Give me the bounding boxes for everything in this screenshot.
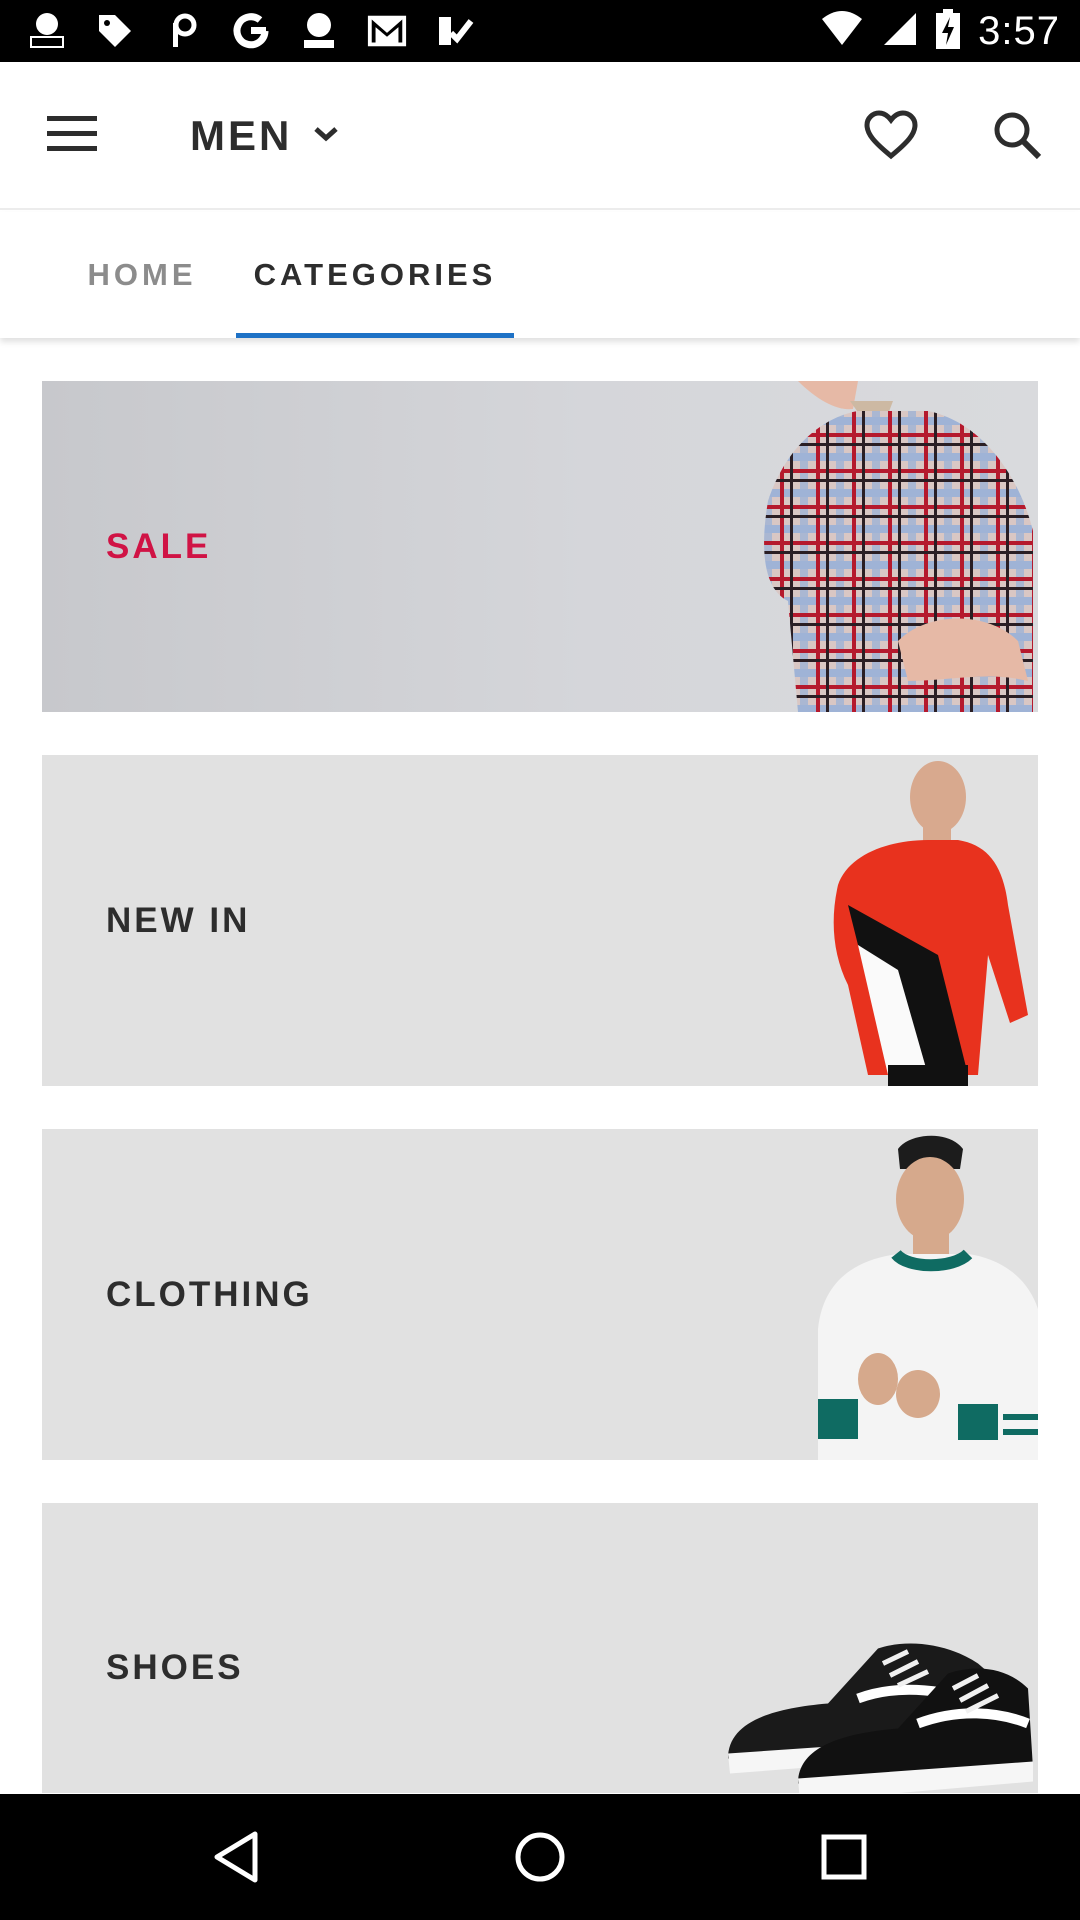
gmail-icon <box>366 10 408 52</box>
battery-charging-icon <box>936 8 961 54</box>
category-card-clothing[interactable]: CLOTHING <box>42 1129 1038 1460</box>
system-icons: 3:57 <box>820 8 1060 54</box>
category-card-sale[interactable]: SALE <box>42 381 1038 712</box>
category-label-shoes: SHOES <box>106 1648 244 1687</box>
home-icon[interactable] <box>510 1827 570 1887</box>
sale-model-image <box>764 381 1033 712</box>
picsart-icon <box>162 10 204 52</box>
clothing-model-image <box>818 1135 1038 1460</box>
notification-icons <box>26 10 476 52</box>
tab-home[interactable]: HOME <box>62 212 222 338</box>
gender-label: MEN <box>190 112 293 159</box>
back-icon[interactable] <box>206 1827 266 1887</box>
tab-bar: HOME CATEGORIES <box>0 212 1080 338</box>
tab-categories-label: CATEGORIES <box>253 257 497 292</box>
shoes-image <box>728 1643 1033 1793</box>
hamburger-icon[interactable] <box>46 112 98 156</box>
search-icon[interactable] <box>988 106 1046 164</box>
active-tab-indicator <box>236 333 514 338</box>
status-time: 3:57 <box>978 8 1060 53</box>
category-label-sale: SALE <box>106 526 212 566</box>
gender-selector[interactable]: MEN <box>190 106 339 166</box>
google-icon <box>230 10 272 52</box>
check-app-icon <box>434 10 476 52</box>
category-label-clothing: CLOTHING <box>106 1274 313 1314</box>
tag-icon <box>94 10 136 52</box>
new-in-model-image <box>833 761 1028 1086</box>
navigation-bar <box>0 1794 1080 1920</box>
category-card-shoes[interactable]: SHOES <box>42 1503 1038 1793</box>
tab-home-label: HOME <box>87 257 197 292</box>
wifi-icon <box>820 10 864 52</box>
status-bar: 3:57 <box>0 0 1080 62</box>
recent-apps-icon[interactable] <box>814 1827 874 1887</box>
heart-outline-icon[interactable] <box>862 106 920 164</box>
chevron-down-icon <box>314 126 339 147</box>
nbc-news-icon <box>26 10 68 52</box>
abc-news-icon <box>298 10 340 52</box>
tab-categories[interactable]: CATEGORIES <box>236 212 514 338</box>
category-card-new-in[interactable]: NEW IN <box>42 755 1038 1086</box>
app-header: MEN <box>0 62 1080 210</box>
category-label-new-in: NEW IN <box>106 900 251 940</box>
cell-signal-icon <box>882 11 918 52</box>
